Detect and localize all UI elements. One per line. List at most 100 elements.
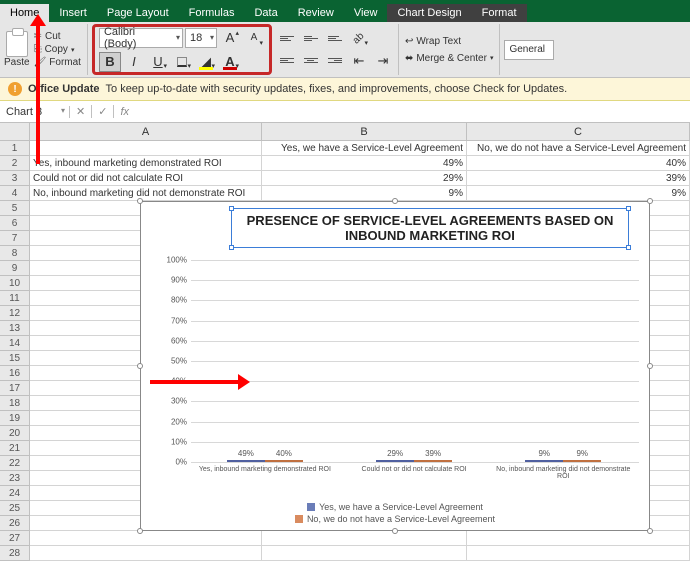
row-header[interactable]: 18 [0,396,30,411]
tab-review[interactable]: Review [288,4,344,22]
row-header[interactable]: 9 [0,261,30,276]
cell[interactable]: 49% [262,156,467,171]
row-header[interactable]: 4 [0,186,30,201]
paste-button[interactable]: Paste [4,31,30,68]
cell[interactable] [30,546,262,561]
wrap-text-button[interactable]: ↩Wrap Text [403,34,496,49]
cell[interactable] [30,531,262,546]
chart-plot-area[interactable]: 0%10%20%30%40%50%60%70%80%90%100% 49%40%… [191,260,639,462]
tab-data[interactable]: Data [244,4,287,22]
border-button[interactable] [171,52,193,72]
number-format-select[interactable]: General [504,40,554,60]
cell[interactable] [262,531,467,546]
row-header[interactable]: 11 [0,291,30,306]
cell[interactable]: Yes, inbound marketing demonstrated ROI [30,156,262,171]
resize-handle[interactable] [392,528,398,534]
resize-handle[interactable] [647,363,653,369]
cell[interactable]: Yes, we have a Service-Level Agreement [262,141,467,156]
decrease-font-button[interactable]: A▾ [243,28,265,48]
row-header[interactable]: 16 [0,366,30,381]
resize-handle[interactable] [137,363,143,369]
align-bottom-button[interactable] [324,29,346,49]
tab-format[interactable]: Format [472,4,527,22]
resize-handle[interactable] [392,198,398,204]
row-header[interactable]: 21 [0,441,30,456]
row-header[interactable]: 14 [0,336,30,351]
align-left-button[interactable] [276,51,298,71]
italic-button[interactable]: I [123,52,145,72]
row-header[interactable]: 13 [0,321,30,336]
align-center-button[interactable] [300,51,322,71]
row-header[interactable]: 25 [0,501,30,516]
row-header[interactable]: 5 [0,201,30,216]
resize-handle[interactable] [647,528,653,534]
title-handle[interactable] [229,245,234,250]
title-handle[interactable] [626,206,631,211]
increase-indent-button[interactable]: ⇥ [372,51,394,71]
row-header[interactable]: 19 [0,411,30,426]
row-header[interactable]: 22 [0,456,30,471]
cell[interactable]: No, we do not have a Service-Level Agree… [467,141,690,156]
cell[interactable]: 40% [467,156,690,171]
cell[interactable]: 9% [262,186,467,201]
row-header[interactable]: 24 [0,486,30,501]
col-header-a[interactable]: A [30,123,262,141]
tab-view[interactable]: View [344,4,388,22]
row-header[interactable]: 23 [0,471,30,486]
accept-formula-button[interactable]: ✓ [92,105,114,118]
font-size-select[interactable]: 18 [185,28,217,48]
chart-title[interactable]: PRESENCE OF SERVICE-LEVEL AGREEMENTS BAS… [231,208,629,248]
align-middle-button[interactable] [300,29,322,49]
row-header[interactable]: 15 [0,351,30,366]
col-header-c[interactable]: C [467,123,690,141]
resize-handle[interactable] [647,198,653,204]
row-header[interactable]: 8 [0,246,30,261]
tab-page-layout[interactable]: Page Layout [97,4,179,22]
resize-handle[interactable] [137,198,143,204]
row-header[interactable]: 27 [0,531,30,546]
title-handle[interactable] [229,206,234,211]
row-header[interactable]: 12 [0,306,30,321]
decrease-indent-button[interactable]: ⇤ [348,51,370,71]
row-header[interactable]: 20 [0,426,30,441]
cell[interactable]: No, inbound marketing did not demonstrat… [30,186,262,201]
chart-legend[interactable]: Yes, we have a Service-Level Agreement N… [141,502,649,524]
cell[interactable] [30,141,262,156]
font-name-select[interactable]: Calibri (Body) [99,28,183,48]
fx-label[interactable]: fx [114,106,135,118]
increase-font-button[interactable]: A▴ [219,28,241,48]
font-color-button[interactable]: A [219,52,241,72]
title-handle[interactable] [626,245,631,250]
orientation-button[interactable]: ab [348,29,370,49]
cell[interactable] [262,546,467,561]
bold-button[interactable]: B [99,52,121,72]
row-header[interactable]: 6 [0,216,30,231]
cell[interactable]: 29% [262,171,467,186]
cell[interactable]: 9% [467,186,690,201]
cell[interactable] [467,531,690,546]
resize-handle[interactable] [137,528,143,534]
cell[interactable]: 39% [467,171,690,186]
merge-center-button[interactable]: ⬌Merge & Center▾ [403,51,496,66]
name-box[interactable]: Chart 3 [0,106,70,118]
cancel-formula-button[interactable]: ✕ [70,105,92,118]
row-header[interactable]: 10 [0,276,30,291]
select-all-corner[interactable] [0,123,30,141]
underline-button[interactable]: U [147,52,169,72]
row-header[interactable]: 7 [0,231,30,246]
row-header[interactable]: 26 [0,516,30,531]
chart-object[interactable]: PRESENCE OF SERVICE-LEVEL AGREEMENTS BAS… [140,201,650,531]
fill-color-button[interactable]: ◢ [195,52,217,72]
row-header[interactable]: 28 [0,546,30,561]
tab-insert[interactable]: Insert [49,4,97,22]
row-header[interactable]: 17 [0,381,30,396]
tab-chart-design[interactable]: Chart Design [387,4,471,22]
align-right-button[interactable] [324,51,346,71]
row-header[interactable]: 2 [0,156,30,171]
row-header[interactable]: 1 [0,141,30,156]
row-header[interactable]: 3 [0,171,30,186]
cell[interactable]: Could not or did not calculate ROI [30,171,262,186]
align-top-button[interactable] [276,29,298,49]
col-header-b[interactable]: B [262,123,467,141]
tab-formulas[interactable]: Formulas [179,4,245,22]
